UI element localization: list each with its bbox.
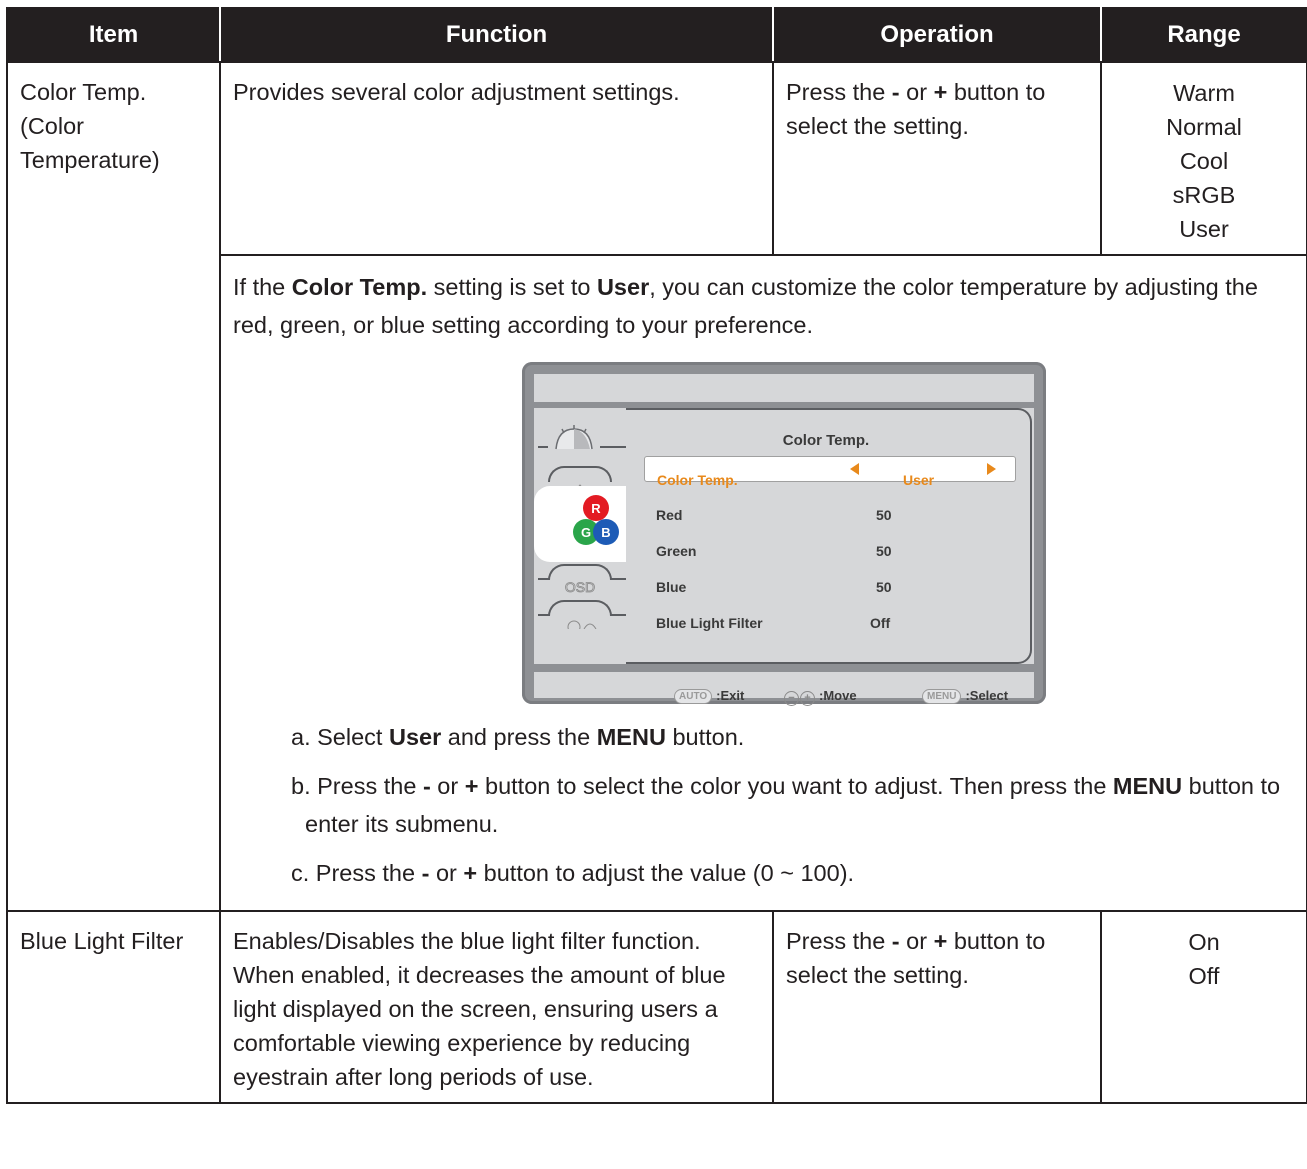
- range-option: User: [1179, 216, 1229, 242]
- osd-panel: Color Temp. Color Temp. User Red 50 Gree…: [626, 408, 1034, 664]
- osd-row-red: Red 50: [644, 492, 1014, 523]
- steps-list: a. Select User and press the MENU button…: [233, 718, 1294, 892]
- item-blue-light-filter: Blue Light Filter: [6, 910, 221, 1104]
- osd-hint-move: − +:Move: [784, 677, 857, 715]
- user-setting-description: If the Color Temp. setting is set to Use…: [219, 254, 1307, 912]
- range-option: Off: [1188, 963, 1220, 989]
- step-a: a. Select User and press the MENU button…: [291, 724, 745, 750]
- minus-circle-icon: −: [784, 691, 799, 706]
- osd-hint-select: MENU:Select: [922, 677, 1008, 715]
- operation-blue-light-filter: Press the - or + button to select the se…: [772, 910, 1102, 1104]
- arrow-left-icon: [850, 463, 859, 475]
- rgb-icon: RGB: [534, 486, 626, 562]
- header-row: Item Function Operation Range: [6, 7, 1307, 63]
- row-blue-light-filter: Blue Light Filter Enables/Disables the b…: [6, 910, 1307, 1104]
- range-option: On: [1188, 929, 1220, 955]
- user-note: If the Color Temp. setting is set to Use…: [233, 274, 1258, 338]
- svg-text:OSD: OSD: [565, 579, 595, 593]
- osd-row-value: Off: [870, 615, 891, 631]
- header-function: Function: [219, 7, 774, 63]
- svg-text:R: R: [591, 501, 601, 516]
- osd-footer: AUTO:Exit − +:Move MENU:Select: [534, 672, 1034, 706]
- osd-row-label: Blue Light Filter: [656, 615, 763, 631]
- auto-button-icon: AUTO: [674, 689, 713, 704]
- header-range: Range: [1100, 7, 1307, 63]
- step-c: c. Press the - or + button to adjust the…: [291, 860, 855, 886]
- osd-tab-column: RGB OSD: [534, 408, 630, 664]
- osd-row-blue-light-filter: Blue Light Filter Off: [644, 600, 1014, 631]
- function-blue-light-filter: Enables/Disables the blue light filter f…: [219, 910, 774, 1104]
- svg-text:B: B: [601, 525, 610, 540]
- range-blue-light-filter: On Off: [1100, 910, 1307, 1104]
- menu-button-icon: MENU: [922, 689, 962, 704]
- arrow-right-icon: [987, 463, 996, 475]
- range-option: Warm: [1173, 80, 1235, 106]
- osd-row-color-temp: Color Temp. User: [644, 456, 1016, 488]
- svg-text:G: G: [581, 525, 591, 540]
- range-option: sRGB: [1172, 182, 1236, 208]
- range-color-temp: Warm Normal Cool sRGB User: [1100, 61, 1307, 256]
- header-operation: Operation: [772, 7, 1102, 63]
- plus-circle-icon: +: [800, 691, 815, 706]
- osd-top-bar: [534, 374, 1034, 402]
- step-b: b. Press the - or + button to select the…: [291, 773, 1281, 837]
- osd-hint-exit: AUTO:Exit: [674, 677, 744, 715]
- osd-menu-screenshot: RGB OSD Color Temp. Color Temp. User Red…: [522, 362, 1046, 706]
- osd-row-green: Green 50: [644, 528, 1014, 559]
- settings-table: Item Function Operation Range Color Temp…: [6, 7, 1307, 1104]
- image-icon: [548, 466, 612, 492]
- range-option: Cool: [1179, 148, 1229, 174]
- function-color-temp: Provides several color adjustment settin…: [219, 61, 774, 256]
- range-option: Normal: [1166, 114, 1242, 140]
- settings-icon: [548, 600, 612, 634]
- brightness-icon: [548, 422, 600, 450]
- osd-row-blue: Blue 50: [644, 564, 1014, 595]
- header-item: Item: [6, 7, 221, 63]
- osd-title: Color Temp.: [782, 432, 870, 449]
- operation-color-temp: Press the - or + button to select the se…: [772, 61, 1102, 256]
- item-color-temp: Color Temp. (Color Temperature): [6, 61, 221, 912]
- osd-icon: OSD: [548, 564, 612, 595]
- row-color-temp: Color Temp. (Color Temperature) Provides…: [6, 61, 1307, 912]
